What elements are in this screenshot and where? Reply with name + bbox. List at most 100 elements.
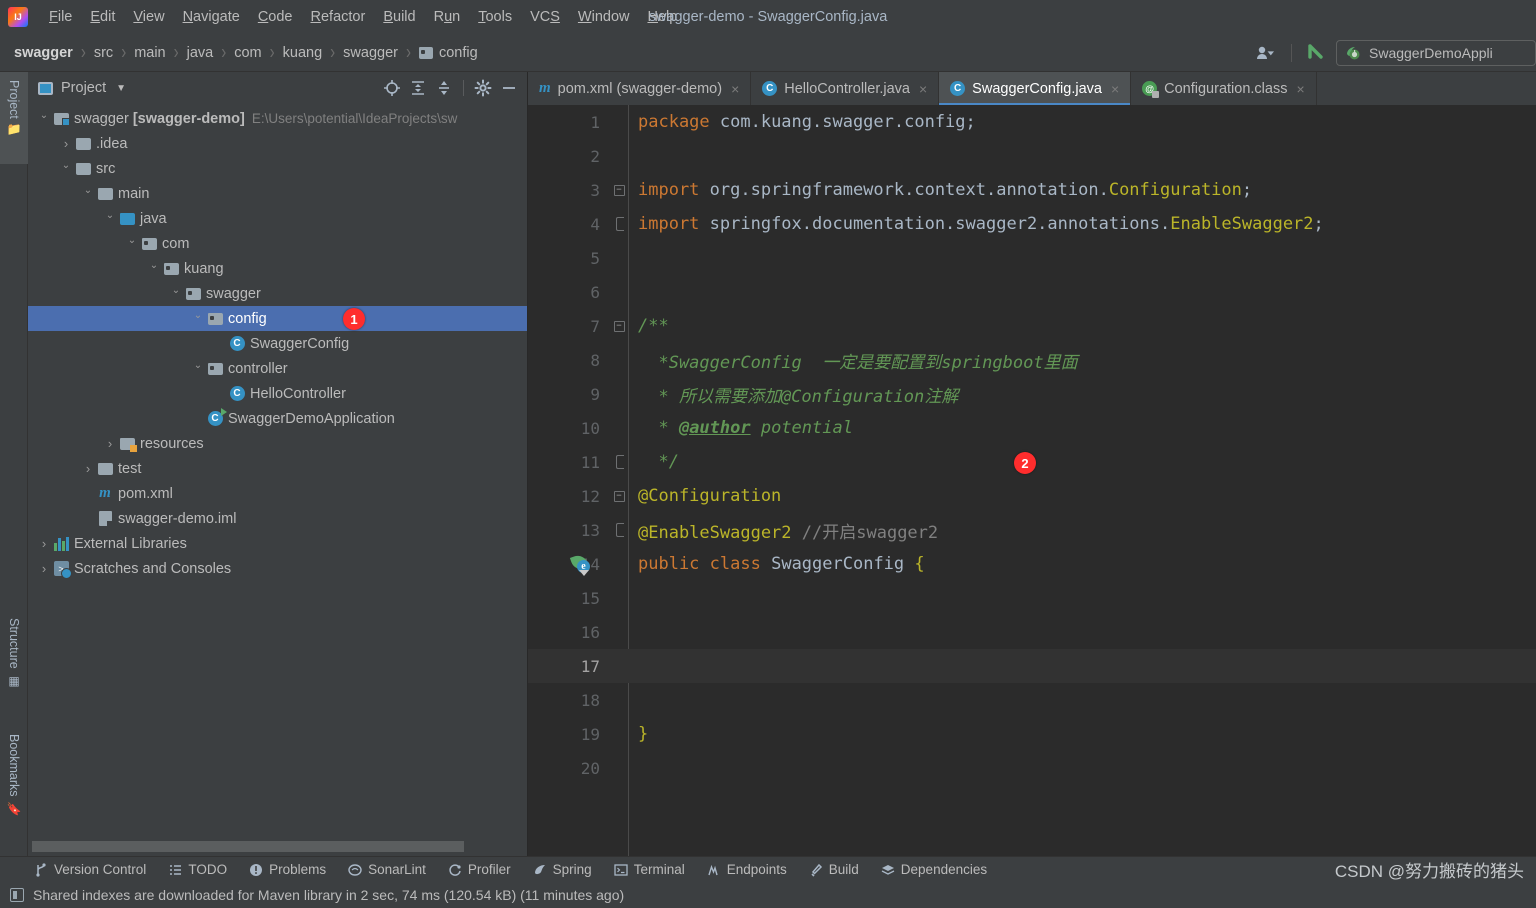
tree-row[interactable]: C HelloController (28, 381, 527, 406)
project-tree[interactable]: swagger [swagger-demo] E:\Users\potential… (28, 104, 527, 838)
breadcrumb-item-java[interactable]: java (187, 45, 214, 61)
tree-row[interactable]: controller (28, 356, 527, 381)
tool-window-spring[interactable]: Spring (533, 862, 592, 877)
sidebar-tab-structure[interactable]: Structure ▦ (0, 610, 28, 706)
tree-row[interactable]: kuang (28, 256, 527, 281)
tree-expand-arrow[interactable] (36, 561, 52, 576)
breadcrumb-item-swagger[interactable]: swagger (14, 45, 73, 61)
editor-tab-pom-xml-swagger-demo-[interactable]: m pom.xml (swagger-demo) × (528, 72, 752, 105)
menu-item-run[interactable]: Run (425, 7, 470, 27)
tool-window-version-control[interactable]: Version Control (34, 862, 146, 877)
tree-expand-arrow[interactable] (58, 136, 74, 151)
tree-row[interactable]: resources (28, 431, 527, 456)
user-account-icon[interactable] (1253, 40, 1281, 66)
updates-icon[interactable] (1302, 40, 1330, 66)
tree-row[interactable]: main (28, 181, 527, 206)
fold-collapse-icon[interactable]: − (613, 320, 625, 332)
tree-row[interactable]: config (28, 306, 527, 331)
menu-item-navigate[interactable]: Navigate (174, 7, 249, 27)
menu-item-file[interactable]: File (40, 7, 81, 27)
code-fold-marker[interactable]: − (610, 309, 628, 343)
tree-expand-arrow[interactable] (146, 263, 162, 274)
tree-row[interactable]: C SwaggerConfig (28, 331, 527, 356)
scrollbar-thumb[interactable] (32, 841, 465, 852)
menu-item-window[interactable]: Window (569, 7, 639, 27)
code-fold-marker[interactable] (610, 513, 628, 547)
fold-end-icon[interactable] (614, 217, 625, 231)
menu-item-edit[interactable]: Edit (81, 7, 124, 27)
tree-row[interactable]: swagger [swagger-demo] E:\Users\potential… (28, 106, 527, 131)
tool-window-endpoints[interactable]: Endpoints (707, 862, 787, 877)
tree-row[interactable]: test (28, 456, 527, 481)
tree-expand-arrow[interactable] (36, 113, 52, 124)
menu-item-refactor[interactable]: Refactor (302, 7, 375, 27)
tree-row[interactable]: .idea (28, 131, 527, 156)
menu-item-code[interactable]: Code (249, 7, 302, 27)
tree-row[interactable]: swagger-demo.iml (28, 506, 527, 531)
tree-row[interactable]: >Scratches and Consoles (28, 556, 527, 581)
tree-expand-arrow[interactable] (58, 163, 74, 174)
hide-minimize-icon[interactable] (497, 76, 521, 100)
menu-item-view[interactable]: View (124, 7, 173, 27)
editor-tab-hellocontroller-java[interactable]: C HelloController.java × (751, 72, 940, 105)
breadcrumb-item-swagger[interactable]: swagger (343, 45, 398, 61)
tree-expand-arrow[interactable] (36, 536, 52, 551)
tree-expand-arrow[interactable] (168, 288, 184, 299)
expand-all-icon[interactable] (406, 76, 430, 100)
fold-end-icon[interactable] (614, 523, 625, 537)
close-icon[interactable]: × (1296, 81, 1304, 97)
tree-row[interactable]: src (28, 156, 527, 181)
tree-expand-arrow[interactable] (102, 213, 118, 224)
tool-window-profiler[interactable]: Profiler (448, 862, 511, 877)
spring-bean-icon[interactable]: e (569, 552, 590, 576)
breadcrumb-item-com[interactable]: com (234, 45, 261, 61)
tool-window-dependencies[interactable]: Dependencies (881, 862, 987, 877)
breadcrumb-item-kuang[interactable]: kuang (283, 45, 323, 61)
editor-tab-swaggerconfig-java[interactable]: C SwaggerConfig.java × (939, 72, 1132, 105)
menu-item-tools[interactable]: Tools (469, 7, 521, 27)
tree-row[interactable]: java (28, 206, 527, 231)
close-icon[interactable]: × (1111, 81, 1119, 97)
tool-window-todo[interactable]: TODO (168, 862, 227, 877)
run-configuration-selector[interactable]: SwaggerDemoAppli (1336, 39, 1536, 66)
locate-icon[interactable] (380, 76, 404, 100)
tool-window-build[interactable]: Build (809, 862, 859, 877)
tree-row[interactable]: swagger (28, 281, 527, 306)
code-fold-marker[interactable]: − (610, 479, 628, 513)
fold-collapse-icon[interactable]: − (613, 184, 625, 196)
code-fold-marker[interactable] (610, 445, 628, 479)
menu-item-vcs[interactable]: VCS (521, 7, 569, 27)
tree-row[interactable]: com (28, 231, 527, 256)
menu-item-build[interactable]: Build (374, 7, 424, 27)
tree-expand-arrow[interactable] (190, 363, 206, 374)
tree-row[interactable]: m pom.xml (28, 481, 527, 506)
code-fold-marker[interactable] (610, 207, 628, 241)
sidebar-tab-project[interactable]: Project 📁 (0, 72, 28, 164)
tree-expand-arrow[interactable] (190, 313, 206, 324)
tree-expand-arrow[interactable] (80, 461, 96, 476)
editor-tab-configuration-class[interactable]: @ Configuration.class × (1131, 72, 1317, 105)
fold-end-icon[interactable] (614, 455, 625, 469)
tool-window-problems[interactable]: Problems (249, 862, 326, 877)
tool-window-sonarlint[interactable]: SonarLint (348, 862, 426, 877)
project-tree-horizontal-scrollbar[interactable] (28, 838, 527, 856)
tree-row[interactable]: External Libraries (28, 531, 527, 556)
tree-row[interactable]: C SwaggerDemoApplication (28, 406, 527, 431)
close-icon[interactable]: × (731, 81, 739, 97)
tree-expand-arrow[interactable] (124, 238, 140, 249)
settings-gear-icon[interactable] (471, 76, 495, 100)
breadcrumb-item-config[interactable]: config (418, 45, 478, 61)
breadcrumb-item-main[interactable]: main (134, 45, 165, 61)
breadcrumb[interactable]: swagger › src › main › java › com › kuang › swagger ›… (14, 41, 478, 64)
chevron-down-icon[interactable]: ▼ (116, 83, 126, 94)
tool-window-terminal[interactable]: Terminal (614, 862, 685, 877)
close-icon[interactable]: × (919, 81, 927, 97)
tree-expand-arrow[interactable] (80, 188, 96, 199)
collapse-all-icon[interactable] (432, 76, 456, 100)
sidebar-tab-bookmarks[interactable]: Bookmarks 🔖 (0, 726, 28, 836)
breadcrumb-item-src[interactable]: src (94, 45, 113, 61)
code-editor[interactable]: 1 package com.kuang.swagger.config; 2 3− im… (528, 105, 1536, 856)
code-fold-marker[interactable]: − (610, 173, 628, 207)
fold-collapse-icon[interactable]: − (613, 490, 625, 502)
menu-item-help[interactable]: Help (638, 7, 686, 27)
